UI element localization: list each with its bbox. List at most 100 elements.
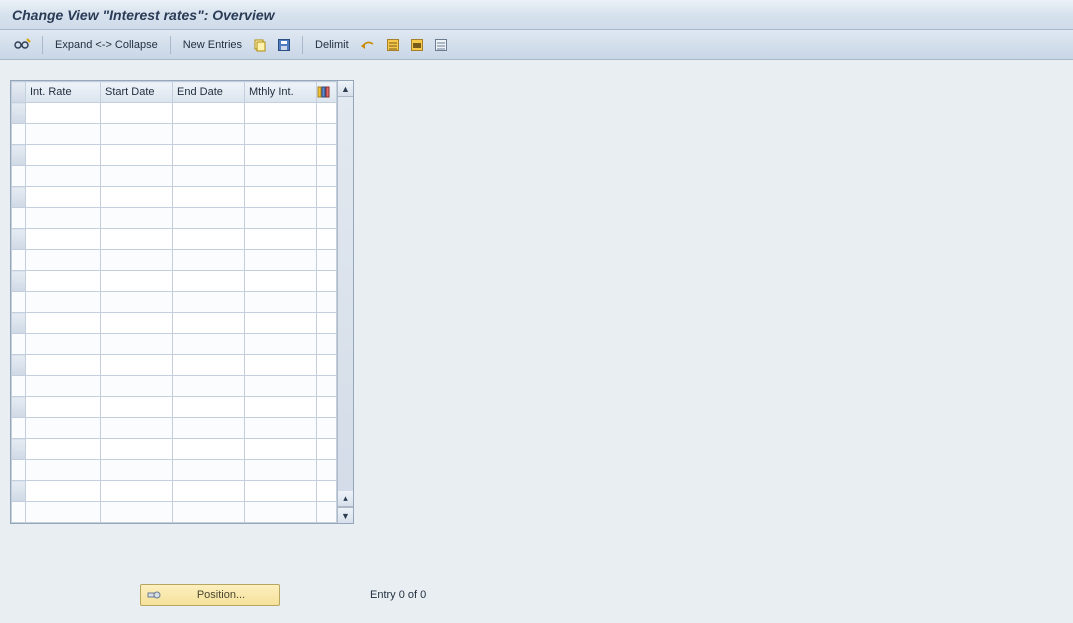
cell-end-date[interactable]	[173, 313, 245, 334]
row-selector[interactable]	[12, 166, 26, 187]
table-row[interactable]	[12, 250, 337, 271]
cell-start-date[interactable]	[101, 124, 173, 145]
cell-mthly-int[interactable]	[245, 103, 317, 124]
column-int-rate[interactable]: Int. Rate	[26, 82, 101, 103]
cell-mthly-int[interactable]	[245, 439, 317, 460]
glasses-pencil-icon[interactable]	[10, 36, 34, 54]
cell-start-date[interactable]	[101, 292, 173, 313]
cell-int-rate[interactable]	[26, 376, 101, 397]
table-row[interactable]	[12, 313, 337, 334]
row-selector[interactable]	[12, 481, 26, 502]
cell-end-date[interactable]	[173, 166, 245, 187]
row-selector[interactable]	[12, 124, 26, 145]
cell-start-date[interactable]	[101, 481, 173, 502]
row-selector[interactable]	[12, 313, 26, 334]
cell-mthly-int[interactable]	[245, 460, 317, 481]
cell-end-date[interactable]	[173, 187, 245, 208]
cell-mthly-int[interactable]	[245, 292, 317, 313]
cell-mthly-int[interactable]	[245, 250, 317, 271]
cell-end-date[interactable]	[173, 376, 245, 397]
cell-start-date[interactable]	[101, 397, 173, 418]
row-selector[interactable]	[12, 355, 26, 376]
cell-start-date[interactable]	[101, 355, 173, 376]
scroll-down-small-icon[interactable]: ▴	[338, 491, 353, 507]
row-selector[interactable]	[12, 103, 26, 124]
row-selector[interactable]	[12, 292, 26, 313]
cell-mthly-int[interactable]	[245, 124, 317, 145]
cell-end-date[interactable]	[173, 460, 245, 481]
cell-start-date[interactable]	[101, 376, 173, 397]
deselect-all-icon[interactable]	[431, 36, 451, 54]
column-start-date[interactable]: Start Date	[101, 82, 173, 103]
cell-int-rate[interactable]	[26, 145, 101, 166]
cell-end-date[interactable]	[173, 208, 245, 229]
cell-mthly-int[interactable]	[245, 355, 317, 376]
cell-mthly-int[interactable]	[245, 334, 317, 355]
cell-int-rate[interactable]	[26, 208, 101, 229]
cell-end-date[interactable]	[173, 418, 245, 439]
cell-end-date[interactable]	[173, 124, 245, 145]
cell-end-date[interactable]	[173, 502, 245, 523]
cell-end-date[interactable]	[173, 397, 245, 418]
row-selector[interactable]	[12, 187, 26, 208]
copy-icon[interactable]	[250, 36, 270, 54]
row-selector[interactable]	[12, 397, 26, 418]
table-row[interactable]	[12, 439, 337, 460]
cell-int-rate[interactable]	[26, 418, 101, 439]
cell-mthly-int[interactable]	[245, 376, 317, 397]
cell-start-date[interactable]	[101, 334, 173, 355]
undo-icon[interactable]	[357, 36, 379, 54]
cell-mthly-int[interactable]	[245, 271, 317, 292]
cell-end-date[interactable]	[173, 334, 245, 355]
cell-mthly-int[interactable]	[245, 145, 317, 166]
cell-int-rate[interactable]	[26, 292, 101, 313]
cell-end-date[interactable]	[173, 229, 245, 250]
row-selector-header[interactable]	[12, 82, 26, 103]
column-end-date[interactable]: End Date	[173, 82, 245, 103]
table-row[interactable]	[12, 460, 337, 481]
row-selector[interactable]	[12, 502, 26, 523]
delimit-button[interactable]: Delimit	[315, 39, 349, 51]
cell-int-rate[interactable]	[26, 313, 101, 334]
cell-mthly-int[interactable]	[245, 187, 317, 208]
cell-start-date[interactable]	[101, 250, 173, 271]
table-row[interactable]	[12, 103, 337, 124]
interest-rates-table[interactable]: Int. Rate Start Date End Date Mthly Int.	[11, 81, 337, 523]
cell-start-date[interactable]	[101, 208, 173, 229]
row-selector[interactable]	[12, 145, 26, 166]
save-variant-icon[interactable]	[274, 36, 294, 54]
cell-int-rate[interactable]	[26, 397, 101, 418]
scroll-down-icon[interactable]: ▼	[338, 507, 353, 523]
table-row[interactable]	[12, 124, 337, 145]
scroll-track[interactable]	[338, 97, 353, 491]
new-entries-button[interactable]: New Entries	[183, 39, 242, 51]
table-row[interactable]	[12, 481, 337, 502]
cell-int-rate[interactable]	[26, 355, 101, 376]
cell-int-rate[interactable]	[26, 271, 101, 292]
cell-mthly-int[interactable]	[245, 418, 317, 439]
cell-end-date[interactable]	[173, 292, 245, 313]
table-row[interactable]	[12, 502, 337, 523]
row-selector[interactable]	[12, 376, 26, 397]
cell-int-rate[interactable]	[26, 250, 101, 271]
cell-end-date[interactable]	[173, 439, 245, 460]
select-block-icon[interactable]	[407, 36, 427, 54]
row-selector[interactable]	[12, 334, 26, 355]
cell-end-date[interactable]	[173, 355, 245, 376]
table-row[interactable]	[12, 208, 337, 229]
table-row[interactable]	[12, 334, 337, 355]
cell-int-rate[interactable]	[26, 439, 101, 460]
cell-start-date[interactable]	[101, 502, 173, 523]
table-row[interactable]	[12, 187, 337, 208]
cell-mthly-int[interactable]	[245, 502, 317, 523]
cell-int-rate[interactable]	[26, 166, 101, 187]
expand-collapse-button[interactable]: Expand <-> Collapse	[55, 39, 158, 51]
table-row[interactable]	[12, 145, 337, 166]
row-selector[interactable]	[12, 418, 26, 439]
cell-mthly-int[interactable]	[245, 229, 317, 250]
cell-int-rate[interactable]	[26, 334, 101, 355]
cell-start-date[interactable]	[101, 439, 173, 460]
cell-start-date[interactable]	[101, 145, 173, 166]
cell-end-date[interactable]	[173, 145, 245, 166]
table-row[interactable]	[12, 355, 337, 376]
